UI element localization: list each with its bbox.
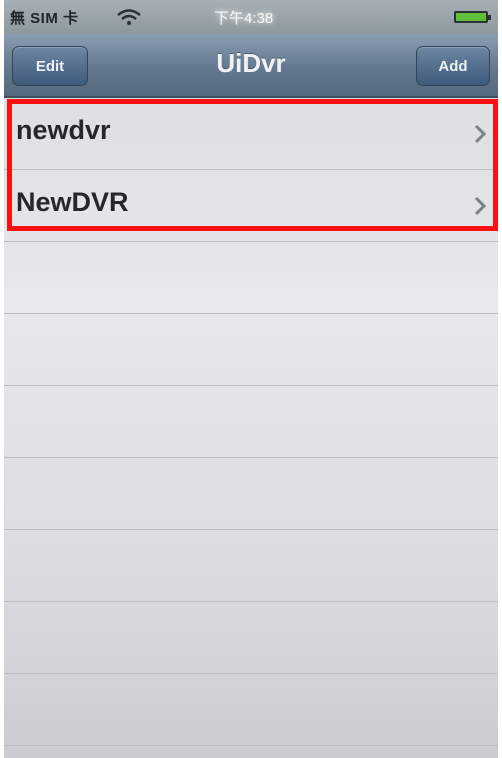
empty-row bbox=[4, 530, 498, 602]
add-button[interactable]: Add bbox=[416, 46, 490, 86]
navigation-bar: Edit UiDvr Add bbox=[4, 34, 498, 98]
carrier-label: 無 SIM 卡 bbox=[10, 10, 79, 27]
empty-row bbox=[4, 674, 498, 746]
clock-label: 下午4:38 bbox=[214, 10, 274, 27]
wifi-icon bbox=[117, 9, 141, 25]
empty-row bbox=[4, 386, 498, 458]
empty-row bbox=[4, 602, 498, 674]
empty-row bbox=[4, 314, 498, 386]
empty-row bbox=[4, 242, 498, 314]
highlight-annotation bbox=[7, 99, 498, 231]
empty-row bbox=[4, 458, 498, 530]
status-bar: 無 SIM 卡 下午4:38 bbox=[4, 0, 498, 34]
battery-icon bbox=[454, 11, 491, 23]
